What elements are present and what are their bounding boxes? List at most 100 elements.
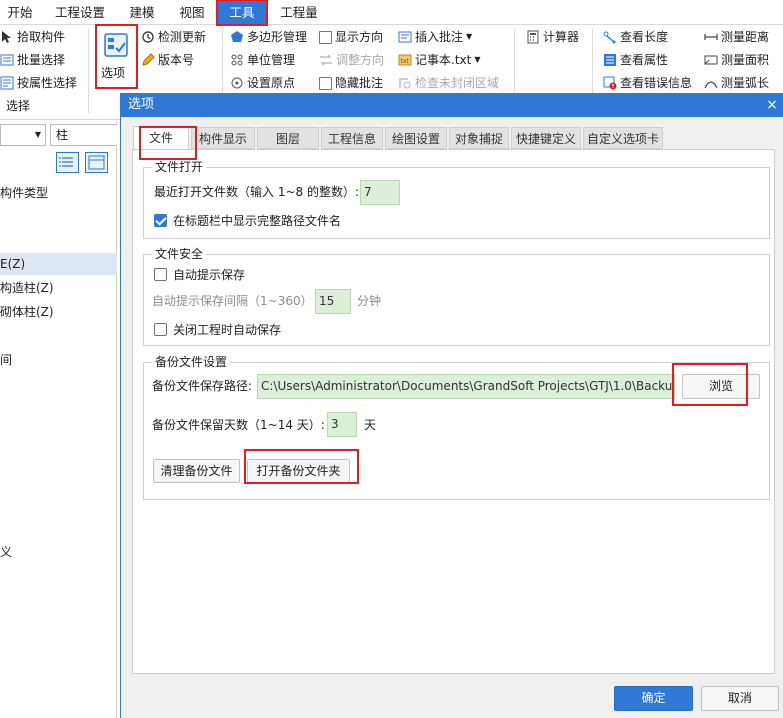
tree-item-custom[interactable]: 义 — [0, 541, 12, 563]
dialog-title: 选项 — [128, 97, 155, 112]
tab-drawing-settings[interactable]: 绘图设置 — [385, 127, 447, 149]
menu-project-settings[interactable]: 工程设置 — [48, 0, 112, 25]
auto-save-interval-label: 自动提示保存间隔（1~360） — [152, 294, 313, 308]
tab-project-info[interactable]: 工程信息 — [321, 127, 383, 149]
menu-quantity[interactable]: 工程量 — [274, 0, 324, 25]
property-panel-icon — [88, 155, 105, 170]
property-view-button[interactable] — [85, 152, 108, 173]
recent-files-input[interactable]: 7 — [360, 180, 400, 205]
set-origin-button[interactable]: 设置原点 — [230, 73, 295, 93]
ruler-area-icon — [704, 53, 718, 67]
error-info-icon — [603, 76, 617, 90]
menu-modeling[interactable]: 建模 — [122, 0, 162, 25]
calculator-button[interactable]: 计算器 — [526, 27, 579, 47]
measure-distance-button[interactable]: 测量距离 — [704, 27, 769, 47]
options-button[interactable]: 选项 — [97, 28, 137, 86]
measure-area-button[interactable]: 测量面积 — [704, 50, 769, 70]
measure-arc-button[interactable]: 测量弧长 — [704, 73, 769, 93]
annotation-icon — [398, 30, 412, 44]
checkbox-checked-icon — [154, 213, 167, 227]
tab-custom-tab[interactable]: 自定义选项卡 — [583, 127, 663, 149]
group-title-file-safety: 文件安全 — [152, 247, 207, 262]
open-backup-folder-button[interactable]: 打开备份文件夹 — [247, 459, 350, 483]
ribbon-separator — [88, 29, 89, 113]
check-update-icon — [141, 30, 155, 44]
checkbox-icon — [319, 30, 332, 44]
notepad-button[interactable]: txt 记事本.txt ▼ — [398, 50, 480, 70]
select-by-attribute-button[interactable]: 按属性选择 — [0, 73, 77, 93]
backup-days-label: 备份文件保留天数（1~14 天）: — [152, 418, 325, 432]
menu-home[interactable]: 开始 — [0, 0, 40, 25]
unit-manage-button[interactable]: 单位管理 — [230, 50, 295, 70]
view-error-info-button[interactable]: 查看错误信息 — [603, 73, 692, 93]
tab-layer[interactable]: 图层 — [257, 127, 319, 149]
checkbox-icon — [154, 322, 167, 336]
recent-files-label: 最近打开文件数（输入 1~8 的整数）: — [154, 185, 359, 199]
options-dialog: 选项 × 文件 构件显示 图层 工程信息 绘图设置 对象捕捉 快捷键定义 自定义… — [120, 93, 783, 718]
auto-save-interval-input[interactable]: 15 — [315, 289, 351, 314]
group-file-open: 文件打开 最近打开文件数（输入 1~8 的整数）: 7 在标题栏中显示完整路径文… — [143, 160, 770, 239]
ruler-distance-icon — [704, 30, 718, 44]
tree-item-constructional-column[interactable]: 构造柱(Z) — [0, 277, 54, 299]
dialog-title-bar[interactable]: 选项 — [121, 93, 783, 117]
attribute-select-icon — [0, 76, 14, 90]
insert-annotation-button[interactable]: 插入批注 ▼ — [398, 27, 472, 47]
attribute-icon — [603, 53, 617, 67]
menu-bar: 开始 工程设置 建模 视图 工具 工程量 — [0, 0, 783, 25]
pick-component-button[interactable]: 拾取构件 — [0, 27, 65, 47]
cancel-button[interactable]: 取消 — [701, 686, 779, 711]
component-type-combo[interactable]: 柱 — [50, 124, 117, 146]
tree-item-column[interactable]: E(Z) — [0, 253, 117, 275]
menu-view[interactable]: 视图 — [172, 0, 212, 25]
polygon-manage-button[interactable]: 多边形管理 — [230, 27, 307, 47]
ok-button[interactable]: 确定 — [614, 686, 693, 711]
svg-text:txt: txt — [401, 58, 410, 65]
tab-component-display[interactable]: 构件显示 — [191, 127, 255, 149]
options-checklist-icon — [103, 32, 129, 58]
polygon-icon — [230, 30, 244, 44]
calculator-icon — [526, 30, 540, 44]
group-label-select: 选择 — [6, 99, 31, 113]
list-icon — [59, 157, 73, 167]
auto-prompt-save-checkbox[interactable]: 自动提示保存 — [154, 265, 245, 283]
auto-save-on-close-checkbox[interactable]: 关闭工程时自动保存 — [154, 320, 281, 338]
group-backup-settings: 备份文件设置 备份文件保存路径: C:\Users\Administrator\… — [143, 355, 770, 500]
adjust-direction-icon — [319, 53, 333, 67]
tree-item-component-type[interactable]: 构件类型 — [0, 182, 48, 204]
unclosed-area-icon — [398, 76, 412, 90]
batch-select-icon — [0, 53, 14, 67]
check-unclosed-area-button[interactable]: 检查未封闭区域 — [398, 73, 499, 93]
menu-tools[interactable]: 工具 — [218, 0, 266, 25]
show-full-path-checkbox[interactable]: 在标题栏中显示完整路径文件名 — [154, 211, 341, 229]
tab-file[interactable]: 文件 — [133, 126, 189, 150]
pointer-icon — [0, 30, 14, 44]
list-view-button[interactable] — [56, 152, 79, 173]
tab-shortcut-definition[interactable]: 快捷键定义 — [511, 127, 581, 149]
batch-select-button[interactable]: 批量选择 — [0, 50, 65, 70]
dropdown-arrow-icon: ▼ — [474, 55, 481, 64]
close-icon[interactable]: × — [763, 93, 781, 117]
clean-backup-button[interactable]: 清理备份文件 — [153, 459, 240, 483]
version-button[interactable]: 版本号 — [141, 50, 194, 70]
notepad-icon: txt — [398, 53, 412, 67]
adjust-direction-button[interactable]: 调整方向 — [319, 50, 384, 70]
floor-combo[interactable]: ▼ — [0, 124, 46, 146]
length-icon — [603, 30, 617, 44]
group-title-file-open: 文件打开 — [152, 160, 207, 175]
backup-path-input[interactable]: C:\Users\Administrator\Documents\GrandSo… — [257, 374, 675, 399]
view-attribute-button[interactable]: 查看属性 — [603, 50, 668, 70]
tree-item-room[interactable]: 间 — [0, 349, 12, 371]
group-file-safety: 文件安全 自动提示保存 自动提示保存间隔（1~360） 15 分钟 关闭工程时自… — [143, 247, 770, 346]
browse-button[interactable]: 浏览 — [682, 374, 760, 399]
backup-days-input[interactable]: 3 — [327, 412, 357, 437]
unit-icon — [230, 53, 244, 67]
tab-panel-file: 文件打开 最近打开文件数（输入 1~8 的整数）: 7 在标题栏中显示完整路径文… — [132, 149, 775, 674]
left-panel: ▼ 柱 构件类型 E(Z) 构造柱(Z) 砌体柱(Z) 间 义 — [0, 121, 117, 718]
backup-path-label: 备份文件保存路径: — [152, 379, 253, 393]
check-update-button[interactable]: 检测更新 — [141, 27, 206, 47]
hide-annotation-toggle[interactable]: 隐藏批注 — [319, 73, 383, 93]
show-direction-toggle[interactable]: 显示方向 — [319, 27, 383, 47]
tree-item-masonry-column[interactable]: 砌体柱(Z) — [0, 301, 54, 323]
tab-object-snap[interactable]: 对象捕捉 — [449, 127, 509, 149]
view-length-button[interactable]: 查看长度 — [603, 27, 668, 47]
